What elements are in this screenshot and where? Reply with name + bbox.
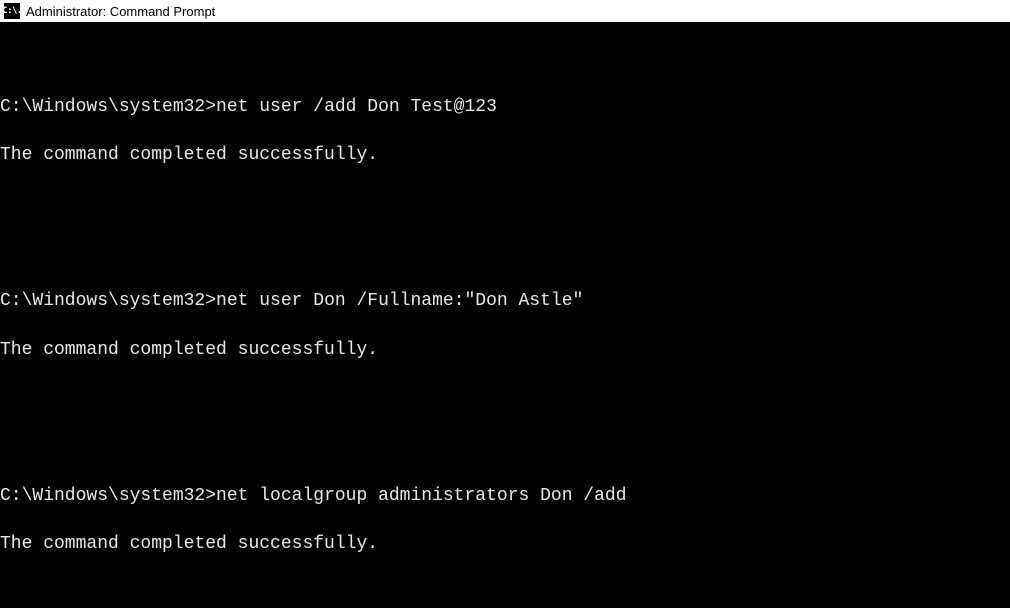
prompt-line-2: C:\Windows\system32>net user Don /Fullna… bbox=[0, 289, 1010, 313]
prompt: C:\Windows\system32> bbox=[0, 97, 216, 117]
output-line-3: The command completed successfully. bbox=[0, 532, 1010, 556]
blank-line bbox=[0, 581, 1010, 605]
output-line-2: The command completed successfully. bbox=[0, 338, 1010, 362]
blank-line bbox=[0, 386, 1010, 410]
prompt: C:\Windows\system32> bbox=[0, 486, 216, 506]
output-line-1: The command completed successfully. bbox=[0, 143, 1010, 167]
blank-line bbox=[0, 46, 1010, 70]
blank-line bbox=[0, 192, 1010, 216]
window-titlebar[interactable]: C:\. Administrator: Command Prompt bbox=[0, 0, 1010, 22]
prompt-line-1: C:\Windows\system32>net user /add Don Te… bbox=[0, 95, 1010, 119]
terminal-body[interactable]: C:\Windows\system32>net user /add Don Te… bbox=[0, 22, 1010, 608]
cmd-icon: C:\. bbox=[4, 3, 20, 19]
blank-line bbox=[0, 241, 1010, 265]
command-text: net localgroup administrators Don /add bbox=[216, 486, 626, 506]
command-text: net user Don /Fullname:"Don Astle" bbox=[216, 291, 583, 311]
prompt: C:\Windows\system32> bbox=[0, 291, 216, 311]
command-text: net user /add Don Test@123 bbox=[216, 97, 497, 117]
prompt-line-3: C:\Windows\system32>net localgroup admin… bbox=[0, 484, 1010, 508]
blank-line bbox=[0, 435, 1010, 459]
window-title: Administrator: Command Prompt bbox=[26, 4, 215, 19]
